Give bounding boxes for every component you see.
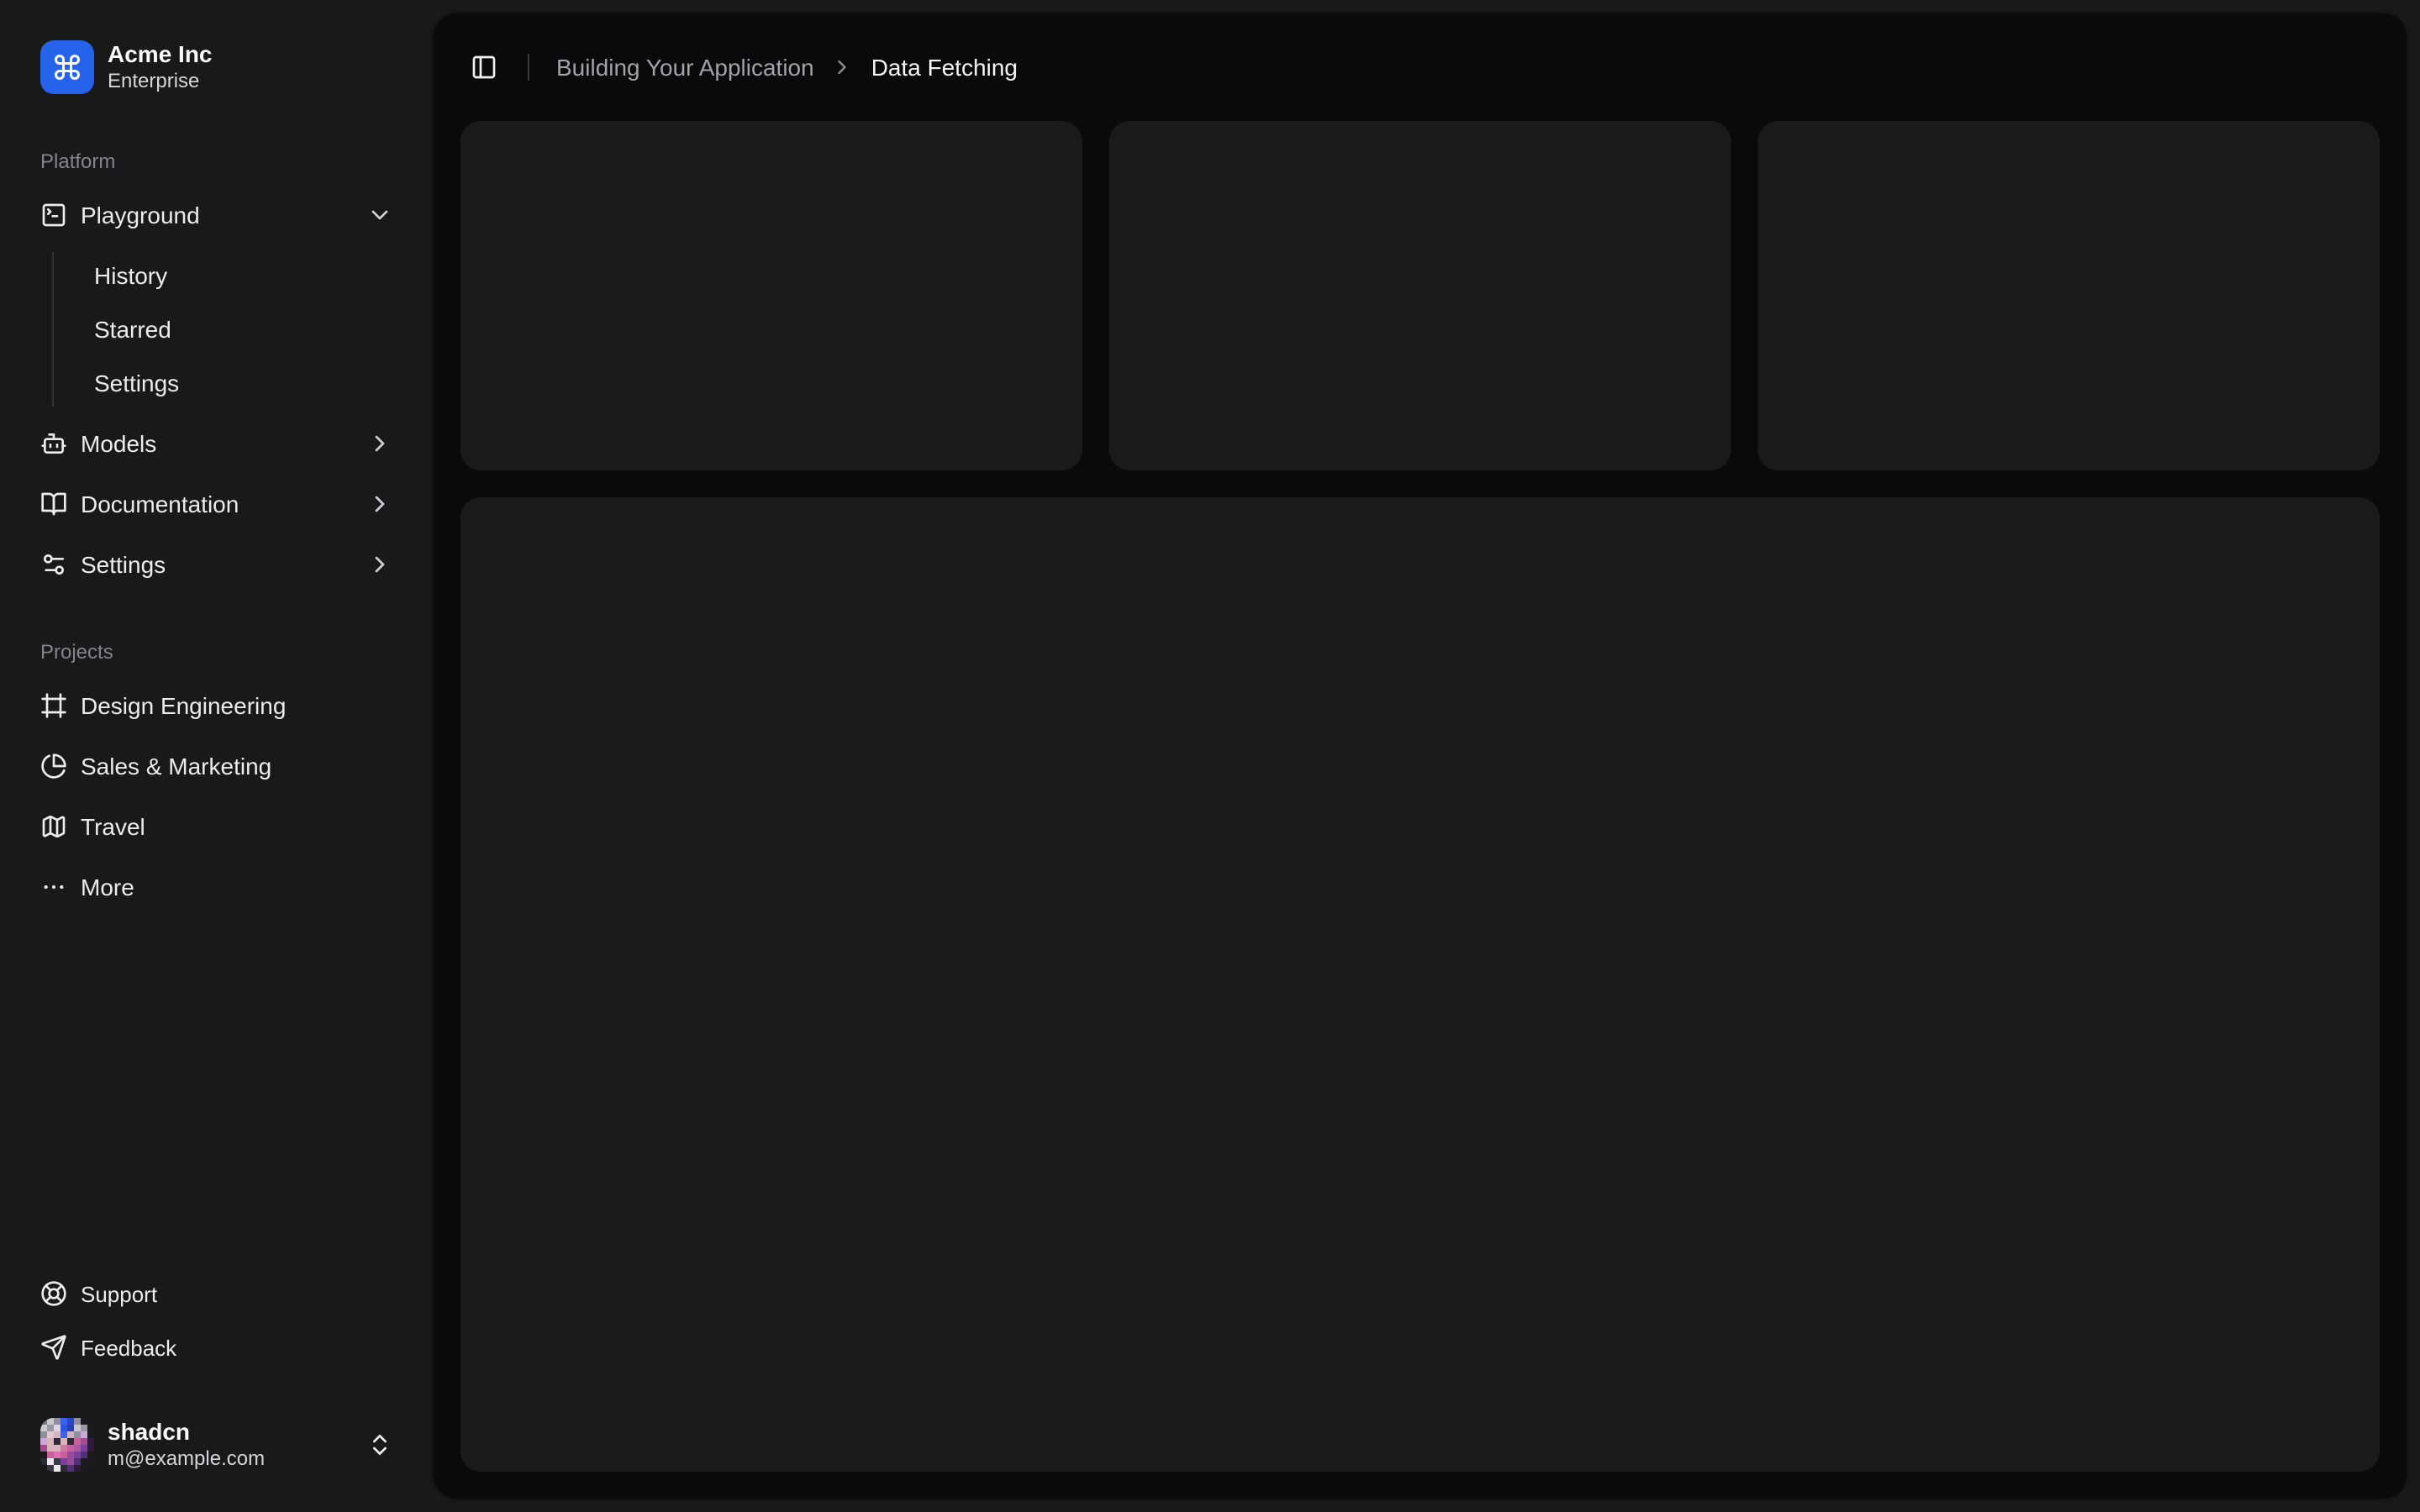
pie-chart-icon bbox=[40, 753, 67, 780]
team-name: Acme Inc bbox=[108, 40, 213, 68]
book-open-icon bbox=[40, 491, 67, 517]
chevron-right-icon[interactable] bbox=[366, 430, 393, 457]
sidebar-item-label: Settings bbox=[81, 551, 166, 578]
team-meta: Acme Inc Enterprise bbox=[108, 41, 213, 93]
sidebar-item-design-engineering[interactable]: Design Engineering bbox=[27, 679, 407, 732]
sidebar-toggle-button[interactable] bbox=[460, 44, 508, 91]
sliders-icon bbox=[40, 551, 67, 578]
sidebar-subitem-settings[interactable]: Settings bbox=[81, 360, 407, 407]
sidebar-item-label: Models bbox=[81, 430, 157, 457]
user-menu-button[interactable]: shadcn m@example.com bbox=[27, 1404, 407, 1485]
page-content bbox=[434, 121, 2407, 1499]
sidebar-item-playground[interactable]: Playground bbox=[27, 188, 407, 242]
sidebar-item-documentation[interactable]: Documentation bbox=[27, 477, 407, 531]
placeholder-card bbox=[1758, 121, 2380, 470]
sidebar-item-support[interactable]: Support bbox=[27, 1270, 407, 1317]
breadcrumb: Building Your Application Data Fetching bbox=[556, 54, 1018, 81]
sidebar-item-label: Feedback bbox=[81, 1335, 177, 1360]
frame-icon bbox=[40, 692, 67, 719]
chevron-right-icon[interactable] bbox=[366, 551, 393, 578]
sidebar-item-label: Support bbox=[81, 1281, 158, 1306]
user-name: shadcn bbox=[108, 1417, 191, 1445]
send-icon bbox=[40, 1334, 67, 1361]
map-icon bbox=[40, 813, 67, 840]
chevron-down-icon[interactable] bbox=[366, 202, 393, 228]
sidebar-item-label: Playground bbox=[81, 202, 200, 228]
sidebar-item-more[interactable]: More bbox=[27, 860, 407, 914]
bot-icon bbox=[40, 430, 67, 457]
sidebar-item-label: Documentation bbox=[81, 491, 239, 517]
sidebar-subitem-label: Starred bbox=[94, 316, 171, 343]
panel-left-icon bbox=[471, 54, 497, 81]
sidebar-subitem-label: History bbox=[94, 262, 168, 289]
nav-group-label-projects: Projects bbox=[40, 640, 113, 664]
sidebar-subitem-label: Settings bbox=[94, 370, 180, 396]
square-terminal-icon bbox=[40, 202, 67, 228]
sidebar-subitem-history[interactable]: History bbox=[81, 252, 407, 299]
sidebar-item-feedback[interactable]: Feedback bbox=[27, 1324, 407, 1371]
team-plan: Enterprise bbox=[108, 69, 200, 93]
sidebar: Acme Inc Enterprise Platform Playground … bbox=[0, 0, 434, 1512]
app-root: Acme Inc Enterprise Platform Playground … bbox=[0, 0, 2420, 1512]
nav-group-label-platform: Platform bbox=[40, 150, 116, 173]
avatar bbox=[40, 1418, 94, 1472]
user-email: m@example.com bbox=[108, 1446, 266, 1471]
placeholder-card bbox=[1109, 121, 1731, 470]
command-icon bbox=[40, 40, 94, 94]
life-buoy-icon bbox=[40, 1280, 67, 1307]
sidebar-item-label: Sales & Marketing bbox=[81, 753, 272, 780]
header-separator bbox=[528, 54, 529, 81]
sidebar-item-label: Design Engineering bbox=[81, 692, 287, 719]
ellipsis-icon bbox=[40, 874, 67, 900]
placeholder-card bbox=[460, 121, 1082, 470]
sidebar-item-models[interactable]: Models bbox=[27, 417, 407, 470]
breadcrumb-current: Data Fetching bbox=[871, 54, 1018, 81]
user-meta: shadcn m@example.com bbox=[108, 1418, 353, 1473]
sidebar-item-travel[interactable]: Travel bbox=[27, 800, 407, 853]
sidebar-item-label: More bbox=[81, 874, 134, 900]
chevron-right-icon bbox=[831, 55, 855, 79]
breadcrumb-parent[interactable]: Building Your Application bbox=[556, 54, 814, 81]
chevron-right-icon[interactable] bbox=[366, 491, 393, 517]
sidebar-subitem-starred[interactable]: Starred bbox=[81, 306, 407, 353]
playground-submenu: History Starred Settings bbox=[52, 252, 407, 407]
sidebar-item-label: Travel bbox=[81, 813, 145, 840]
placeholder-panel bbox=[460, 497, 2380, 1472]
main-panel: Building Your Application Data Fetching bbox=[434, 13, 2407, 1499]
sidebar-item-settings[interactable]: Settings bbox=[27, 538, 407, 591]
page-header: Building Your Application Data Fetching bbox=[434, 13, 2407, 121]
sidebar-item-sales-marketing[interactable]: Sales & Marketing bbox=[27, 739, 407, 793]
placeholder-card-row bbox=[460, 121, 2380, 470]
team-switcher-button[interactable]: Acme Inc Enterprise bbox=[27, 27, 407, 108]
chevrons-up-down-icon bbox=[366, 1431, 393, 1458]
